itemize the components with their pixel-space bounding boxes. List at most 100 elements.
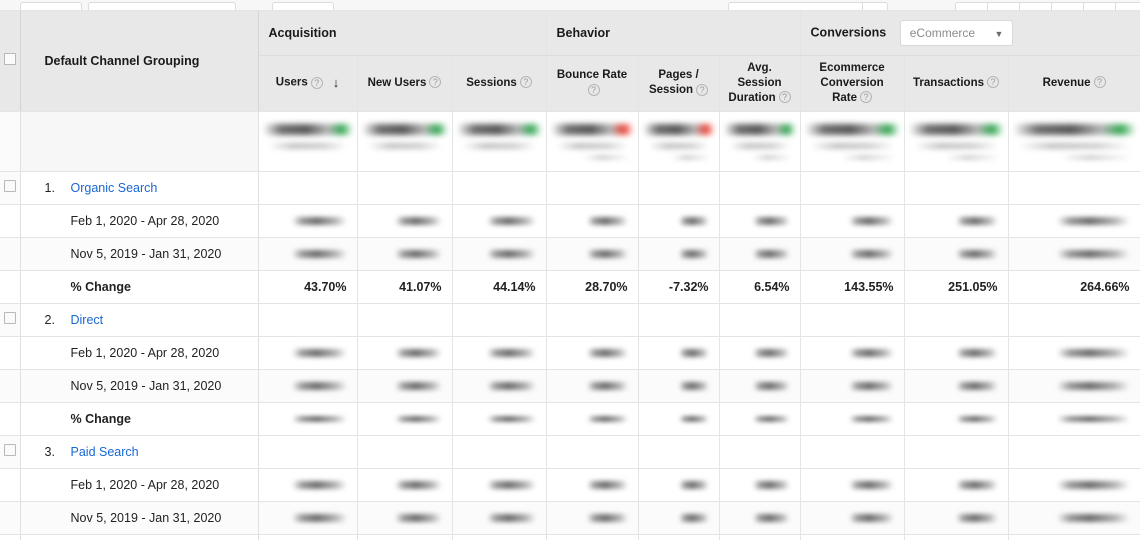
metric-row-previous: Nov 5, 2019 - Jan 31, 2020 [0, 237, 1140, 271]
redaction-bar [587, 249, 628, 258]
toolbar-segment[interactable] [956, 3, 988, 10]
metric-header-avg_session_duration[interactable]: Avg. Session Duration? [719, 55, 801, 112]
row-checkbox[interactable] [3, 312, 16, 324]
sub-row-checkbox-cell [0, 468, 21, 502]
redacted-value [1009, 348, 1140, 357]
redaction-bar [487, 249, 536, 258]
redacted-value [720, 415, 800, 422]
help-icon[interactable]: ? [696, 83, 709, 96]
channel-title-blank-cell [1008, 303, 1140, 337]
summary-redaction-tinybar [841, 154, 896, 160]
help-icon[interactable]: ? [778, 91, 791, 104]
redaction-bar [395, 249, 442, 258]
help-icon[interactable]: ? [587, 83, 600, 96]
toolbar-chip-1[interactable] [20, 2, 82, 10]
toolbar-segment[interactable] [1084, 3, 1116, 10]
redacted-value [905, 415, 1008, 422]
help-icon[interactable]: ? [310, 76, 323, 89]
redacted-value [801, 381, 904, 390]
toolbar-chip-2[interactable] [88, 2, 236, 10]
value-cell-new_users [357, 402, 453, 436]
help-icon[interactable]: ? [519, 76, 532, 89]
redacted-value [358, 348, 452, 357]
metric-header-label: Pages / Session [648, 69, 699, 96]
redacted-value [1009, 415, 1140, 422]
value-cell-avg_session_duration [719, 402, 801, 436]
help-icon[interactable]: ? [1093, 76, 1106, 89]
toolbar-segment[interactable] [863, 3, 887, 10]
row-checkbox[interactable] [3, 444, 16, 456]
value-cell-new_users [357, 204, 453, 238]
summary-cell-transactions [904, 111, 1009, 172]
toolbar-chip-3[interactable] [272, 2, 334, 10]
metric-header-sessions[interactable]: Sessions? [452, 55, 547, 112]
value-cell-new_users: 41.07% [357, 270, 453, 304]
toolbar-group-1[interactable] [728, 2, 888, 10]
channel-title-blank-cell [719, 435, 801, 469]
redaction-bar [487, 480, 536, 489]
metric-header-users[interactable]: Users? ↓ [258, 55, 358, 112]
help-icon[interactable]: ? [987, 76, 999, 89]
select-all-checkbox[interactable] [3, 53, 16, 66]
redacted-value [801, 415, 904, 422]
date-range-label: Nov 5, 2019 - Jan 31, 2020 [70, 246, 222, 261]
metric-row-previous: Nov 5, 2019 - Jan 31, 2020 [0, 369, 1140, 403]
channel-title-blank-cell [452, 171, 547, 205]
channel-link-organic-search[interactable]: Organic Search [71, 181, 158, 195]
dimension-header[interactable]: Default Channel Grouping [20, 11, 259, 112]
channel-link-direct[interactable]: Direct [71, 313, 104, 327]
redacted-value [259, 480, 357, 489]
sub-row-checkbox-cell [0, 237, 21, 271]
summary-redaction-bar [642, 123, 715, 135]
group-header-acquisition: Acquisition [258, 11, 547, 56]
value-cell-revenue [1008, 468, 1140, 502]
summary-cell-avg_session_duration [719, 111, 801, 172]
value-cell-pages_session [638, 369, 720, 403]
value-cell-users [258, 501, 358, 535]
redaction-bar [955, 415, 998, 422]
redaction-bar [679, 480, 709, 489]
value-cell-avg_session_duration: 6.54% [719, 270, 801, 304]
value-cell-bounce_rate [546, 204, 639, 238]
redaction-bar [587, 381, 628, 390]
row-checkbox[interactable] [3, 180, 16, 192]
sort-desc-icon[interactable]: ↓ [333, 75, 340, 90]
channel-title-blank-cell [1008, 171, 1140, 205]
help-icon[interactable]: ? [429, 76, 442, 89]
row-checkbox-cell[interactable] [0, 171, 21, 205]
row-checkbox-cell[interactable] [0, 303, 21, 337]
value-cell-avg_session_duration [719, 204, 801, 238]
channel-name-cell: 1. Organic Search [20, 171, 259, 205]
metric-header-revenue[interactable]: Revenue? [1008, 55, 1140, 112]
value-cell-new_users [357, 369, 453, 403]
value-cell-avg_session_duration [719, 468, 801, 502]
redaction-bar [848, 249, 894, 258]
value-cell-pages_session [638, 204, 720, 238]
select-all-cell[interactable] [0, 11, 21, 112]
toolbar-segment[interactable] [988, 3, 1020, 10]
row-checkbox-cell[interactable] [0, 435, 21, 469]
toolbar-segment[interactable] [1020, 3, 1052, 10]
conversions-type-select[interactable]: eCommerce ▼ [899, 19, 1014, 46]
channel-title-blank-cell [904, 435, 1009, 469]
redacted-value [358, 381, 452, 390]
channel-title-blank-cell [638, 171, 720, 205]
value-cell-revenue: 264.66% [1008, 270, 1140, 304]
metric-row-current: Feb 1, 2020 - Apr 28, 2020 [0, 468, 1140, 502]
redacted-value [905, 381, 1008, 390]
toolbar-segment[interactable] [1116, 3, 1140, 10]
toolbar-segment[interactable] [1052, 3, 1084, 10]
channel-link-paid-search[interactable]: Paid Search [71, 445, 139, 459]
value-cell-revenue [1008, 534, 1140, 540]
metric-header-transactions[interactable]: Transactions? [904, 55, 1009, 112]
toolbar-group-2[interactable] [955, 2, 1140, 10]
metric-header-ecommerce_conversion_rate[interactable]: Ecommerce Conversion Rate? [800, 55, 905, 112]
help-icon[interactable]: ? [860, 91, 872, 104]
channel-title-blank-cell [546, 303, 639, 337]
toolbar-segment[interactable] [729, 3, 863, 10]
metric-header-pages_session[interactable]: Pages / Session? [638, 55, 720, 112]
redacted-value [639, 381, 719, 390]
metric-header-new_users[interactable]: New Users? [357, 55, 453, 112]
channel-title-blank-cell [1008, 435, 1140, 469]
metric-header-bounce_rate[interactable]: Bounce Rate? [546, 55, 639, 112]
